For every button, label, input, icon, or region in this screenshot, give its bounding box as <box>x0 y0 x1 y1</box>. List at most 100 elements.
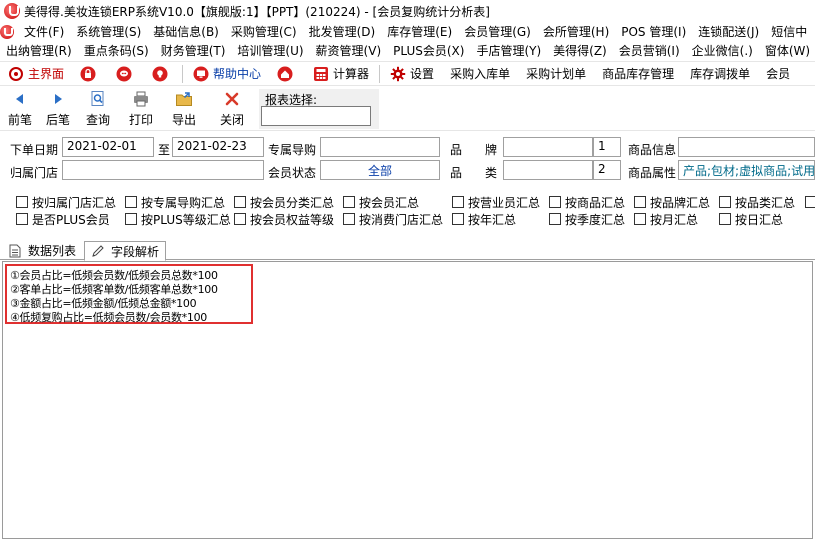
checkbox-by-brand[interactable]: 按品牌汇总 <box>634 194 710 210</box>
formula-note: ④低频复购占比=低频会员数/会员数*100 <box>10 311 207 324</box>
print-button[interactable]: 打印 <box>121 89 161 129</box>
window-title: 美得得.美妆连锁ERP系统V10.0【旗舰版:1】【PPT】(210224) -… <box>24 4 490 19</box>
member-button[interactable]: 会员 <box>758 62 798 85</box>
member-status-select[interactable]: 全部 <box>320 160 440 180</box>
checkbox-by-category[interactable]: 按品类汇总 <box>719 194 795 210</box>
title-bar: 美得得.美妆连锁ERP系统V10.0【旗舰版:1】【PPT】(210224) -… <box>0 0 815 22</box>
goods-attr-input[interactable]: 产品;包材;虚拟商品;试用 <box>678 160 815 180</box>
menu-member[interactable]: 会员管理(G) <box>458 22 537 41</box>
menu-basic-info[interactable]: 基础信息(B) <box>147 22 225 41</box>
brand-label-a: 品 <box>450 143 463 157</box>
category-input[interactable] <box>503 160 593 180</box>
checkbox-by-store[interactable]: 按归属门店汇总 <box>16 194 116 210</box>
guide-input[interactable] <box>320 137 440 157</box>
app-logo-icon <box>4 3 20 19</box>
help-center-button[interactable]: 帮助中心 <box>185 62 269 85</box>
checkbox-by-consume-store[interactable]: 按消费门店汇总 <box>343 211 443 227</box>
formula-note: ①会员占比=低频会员数/低频会员总数*100 <box>10 269 218 282</box>
checkbox-by-salesperson[interactable]: 按营业员汇总 <box>452 194 540 210</box>
checkbox-by-year[interactable]: 按年汇总 <box>452 211 516 227</box>
checkbox-overflow[interactable] <box>805 194 815 210</box>
checkbox-by-guide[interactable]: 按专属导购汇总 <box>125 194 225 210</box>
menu-distribution[interactable]: 连锁配送(J) <box>692 22 765 41</box>
guide-label: 专属导购 <box>268 143 317 157</box>
category-count: 2 <box>593 160 621 180</box>
checkbox-by-member-rights[interactable]: 按会员权益等级 <box>234 211 334 227</box>
store-input[interactable] <box>62 160 264 180</box>
menu-system[interactable]: 系统管理(S) <box>70 22 147 41</box>
purchase-in-button[interactable]: 采购入库单 <box>442 62 518 85</box>
folder-export-icon <box>174 89 194 109</box>
menu-finance[interactable]: 财务管理(T) <box>155 41 232 60</box>
order-date-label: 下单日期 <box>10 143 59 157</box>
menu-wecom[interactable]: 企业微信(.) <box>686 41 759 60</box>
menu-training[interactable]: 培训管理(U) <box>231 41 309 60</box>
chat-button[interactable] <box>108 62 144 85</box>
menu-mobile-store[interactable]: 手店管理(Y) <box>470 41 547 60</box>
menu-club[interactable]: 会所管理(H) <box>537 22 615 41</box>
menu-cashier[interactable]: 出纳管理(R) <box>0 41 78 60</box>
menu-file[interactable]: 文件(F) <box>18 22 70 41</box>
member-status-label: 会员状态 <box>268 166 317 180</box>
stock-transfer-button[interactable]: 库存调拨单 <box>682 62 758 85</box>
checkbox-by-member[interactable]: 按会员汇总 <box>343 194 419 210</box>
tab-strip: 数据列表 字段解析 <box>0 240 815 261</box>
tab-field-analysis[interactable]: 字段解析 <box>84 241 167 261</box>
tab-field-analysis-label: 字段解析 <box>111 244 160 259</box>
export-button[interactable]: 导出 <box>164 89 204 129</box>
close-button[interactable]: 关闭 <box>212 89 252 129</box>
calculator-button[interactable]: 计算器 <box>305 62 377 85</box>
date-to-label: 至 <box>158 143 171 157</box>
tab-data-list[interactable]: 数据列表 <box>2 241 82 260</box>
arrow-right-icon <box>48 89 68 109</box>
toolbar-separator <box>379 64 381 83</box>
next-button[interactable]: 后笔 <box>38 89 78 129</box>
menu-pos[interactable]: POS 管理(I) <box>615 22 692 41</box>
home-button[interactable]: 主界面 <box>0 62 72 85</box>
magnifier-document-icon <box>88 89 108 109</box>
checkbox-by-goods[interactable]: 按商品汇总 <box>549 194 625 210</box>
menu-wholesale[interactable]: 批发管理(D) <box>303 22 382 41</box>
idea-button[interactable] <box>144 62 180 85</box>
calculator-icon <box>313 66 329 82</box>
settings-button[interactable]: 设置 <box>382 62 442 85</box>
purchase-plan-button[interactable]: 采购计划单 <box>518 62 594 85</box>
lock-button[interactable] <box>72 62 108 85</box>
menu-member-marketing[interactable]: 会员营销(I) <box>613 41 686 60</box>
checkbox-by-member-class[interactable]: 按会员分类汇总 <box>234 194 334 210</box>
report-select-panel: 报表选择: <box>259 89 379 129</box>
menu-sms[interactable]: 短信中 <box>765 22 813 41</box>
menu-meidede[interactable]: 美得得(Z) <box>547 41 613 60</box>
lock-icon <box>80 66 96 82</box>
printer-icon <box>131 89 151 109</box>
query-button[interactable]: 查询 <box>78 89 118 129</box>
home-shortcut-button[interactable] <box>269 62 305 85</box>
menu-key-barcode[interactable]: 重点条码(S) <box>78 41 155 60</box>
menu-plus-member[interactable]: PLUS会员(X) <box>387 41 470 60</box>
checkbox-by-day[interactable]: 按日汇总 <box>719 211 783 227</box>
menu-salary[interactable]: 薪资管理(V) <box>310 41 388 60</box>
menu-window[interactable]: 窗体(W) <box>759 41 815 60</box>
menu-purchase[interactable]: 采购管理(C) <box>225 22 303 41</box>
checkbox-by-quarter[interactable]: 按季度汇总 <box>549 211 625 227</box>
app-menu-icon[interactable] <box>0 24 14 39</box>
goods-attr-label: 商品属性 <box>628 166 677 180</box>
chat-icon <box>116 66 132 82</box>
prev-button[interactable]: 前笔 <box>0 89 40 129</box>
date-from-input[interactable]: 2021-02-01 <box>62 137 154 157</box>
filter-form: 下单日期 2021-02-01 至 2021-02-23 专属导购 品 牌 1 … <box>0 132 815 237</box>
report-select-input[interactable] <box>261 106 371 126</box>
next-label: 后笔 <box>45 113 70 127</box>
stock-management-button[interactable]: 商品库存管理 <box>594 62 682 85</box>
formula-notes: ①会员占比=低频会员数/低频会员总数*100 ②客单占比=低频客单数/低频客单总… <box>5 264 253 324</box>
checkbox-by-plus-level[interactable]: 按PLUS等级汇总 <box>125 211 231 227</box>
brand-input[interactable] <box>503 137 593 157</box>
checkbox-is-plus-member[interactable]: 是否PLUS会员 <box>16 211 110 227</box>
menu-inventory[interactable]: 库存管理(E) <box>381 22 458 41</box>
checkbox-by-month[interactable]: 按月汇总 <box>634 211 698 227</box>
date-to-input[interactable]: 2021-02-23 <box>172 137 264 157</box>
tab-data-list-label: 数据列表 <box>28 244 77 258</box>
goods-info-input[interactable] <box>678 137 815 157</box>
category-label-b: 类 <box>485 166 498 180</box>
prev-label: 前笔 <box>7 113 32 127</box>
